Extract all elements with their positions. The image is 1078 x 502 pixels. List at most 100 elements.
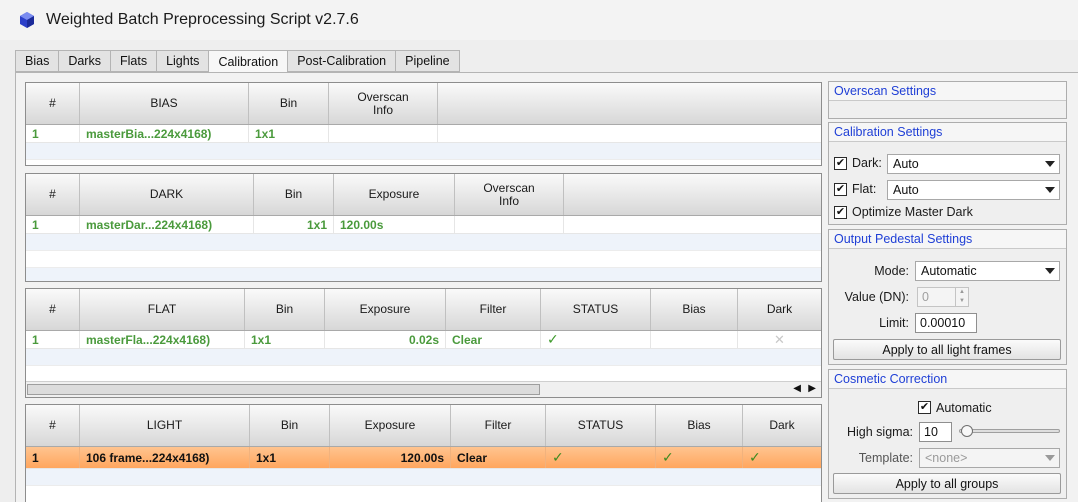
- bias-table[interactable]: # BIAS Bin Overscan Info 1 masterBia...2…: [25, 82, 822, 166]
- limit-field[interactable]: 0.00010: [915, 313, 977, 333]
- col-bin-header[interactable]: Bin: [254, 174, 334, 215]
- dark-table[interactable]: # DARK Bin Exposure Overscan Info 1 mast…: [25, 173, 822, 282]
- tab-lights[interactable]: Lights: [157, 50, 210, 72]
- empty-row: [26, 469, 821, 486]
- checkmark-icon: ✔: [835, 157, 846, 169]
- automatic-checkbox[interactable]: ✔: [918, 401, 931, 414]
- spin-down-icon[interactable]: ▼: [956, 297, 968, 306]
- col-bias-header[interactable]: Bias: [656, 405, 743, 446]
- mode-select[interactable]: Automatic: [915, 261, 1060, 281]
- cell-exposure: 0.02s: [325, 331, 446, 348]
- tab-post-calibration[interactable]: Post-Calibration: [288, 50, 397, 72]
- high-sigma-slider-knob[interactable]: [961, 425, 974, 437]
- flat-label: Flat:: [852, 182, 877, 196]
- template-select[interactable]: <none>: [919, 448, 1060, 468]
- value-dn-value: 0: [922, 290, 929, 304]
- dark-checkbox[interactable]: ✔: [834, 157, 847, 170]
- flat-select[interactable]: Auto: [887, 180, 1060, 200]
- col-exposure-header[interactable]: Exposure: [330, 405, 451, 446]
- chevron-down-icon: [1045, 161, 1055, 167]
- dark-select[interactable]: Auto: [887, 154, 1060, 174]
- apply-to-all-groups-button[interactable]: Apply to all groups: [833, 473, 1061, 494]
- col-bin-header[interactable]: Bin: [249, 83, 329, 124]
- tab-pipeline[interactable]: Pipeline: [396, 50, 460, 72]
- title-bar: Weighted Batch Preprocessing Script v2.7…: [0, 0, 1078, 40]
- col-number-header[interactable]: #: [26, 174, 80, 215]
- optimize-master-dark-checkbox[interactable]: ✔: [834, 206, 847, 219]
- chevron-down-icon: [1045, 268, 1055, 274]
- tab-bias[interactable]: Bias: [15, 50, 60, 72]
- output-pedestal-group: Output Pedestal Settings Mode: Automatic…: [828, 229, 1067, 365]
- calibration-settings-title[interactable]: Calibration Settings: [829, 123, 1066, 142]
- high-sigma-value: 10: [924, 425, 938, 439]
- dark-ok-check-icon: ✓: [749, 449, 761, 465]
- limit-value: 0.00010: [920, 316, 966, 330]
- col-number-header[interactable]: #: [26, 289, 80, 330]
- overscan-settings-title[interactable]: Overscan Settings: [829, 82, 1066, 101]
- window-title: Weighted Batch Preprocessing Script v2.7…: [46, 11, 359, 28]
- cosmetic-correction-title[interactable]: Cosmetic Correction: [829, 370, 1066, 389]
- flat-table[interactable]: # FLAT Bin Exposure Filter STATUS Bias D…: [25, 288, 822, 398]
- col-number-header[interactable]: #: [26, 405, 80, 446]
- scroll-right-arrow-icon[interactable]: ▶: [808, 383, 816, 394]
- flat-checkbox[interactable]: ✔: [834, 183, 847, 196]
- cell-filter: Clear: [451, 447, 546, 468]
- apply-to-all-light-frames-button[interactable]: Apply to all light frames: [833, 339, 1061, 360]
- table-row[interactable]: 1 masterFla...224x4168) 1x1 0.02s Clear …: [26, 331, 821, 349]
- scroll-left-arrow-icon[interactable]: ◀: [793, 383, 801, 394]
- spin-up-icon[interactable]: ▲: [956, 288, 968, 297]
- col-dark-header[interactable]: DARK: [80, 174, 254, 215]
- tab-bar: Bias Darks Flats Lights Calibration Post…: [15, 50, 460, 73]
- col-bias-header[interactable]: Bias: [651, 289, 738, 330]
- col-bin-header[interactable]: Bin: [245, 289, 325, 330]
- cell-dark: ✓: [743, 447, 821, 468]
- cell-name: masterFla...224x4168): [80, 331, 245, 348]
- col-bin-header[interactable]: Bin: [250, 405, 330, 446]
- col-status-header[interactable]: STATUS: [541, 289, 651, 330]
- tab-flats[interactable]: Flats: [110, 50, 158, 72]
- col-dark-header[interactable]: Dark: [738, 289, 821, 330]
- template-select-value: <none>: [925, 451, 968, 465]
- high-sigma-slider[interactable]: [959, 429, 1060, 433]
- mode-select-value: Automatic: [921, 264, 977, 278]
- col-exposure-header[interactable]: Exposure: [325, 289, 446, 330]
- scrollbar-thumb[interactable]: [27, 384, 540, 395]
- cell-overscan: [455, 216, 564, 233]
- table-row[interactable]: 1 masterDar...224x4168) 1x1 120.00s: [26, 216, 821, 234]
- col-exposure-header[interactable]: Exposure: [334, 174, 455, 215]
- high-sigma-field[interactable]: 10: [919, 422, 952, 442]
- app-logo-icon: [20, 12, 34, 28]
- cell-exposure: 120.00s: [330, 447, 451, 468]
- col-bias-header[interactable]: BIAS: [80, 83, 249, 124]
- tab-calibration[interactable]: Calibration: [209, 50, 289, 73]
- col-dark-header[interactable]: Dark: [743, 405, 821, 446]
- horizontal-scrollbar[interactable]: ◀ ▶: [26, 381, 821, 397]
- col-status-header[interactable]: STATUS: [546, 405, 656, 446]
- table-row-selected[interactable]: 1 106 frame...224x4168) 1x1 120.00s Clea…: [26, 447, 821, 469]
- output-pedestal-title[interactable]: Output Pedestal Settings: [829, 230, 1066, 249]
- light-table[interactable]: # LIGHT Bin Exposure Filter STATUS Bias …: [25, 404, 822, 502]
- calibration-settings-group: Calibration Settings ✔ Dark: Auto ✔ Flat…: [828, 122, 1067, 225]
- table-header: # BIAS Bin Overscan Info: [26, 83, 821, 125]
- value-spinner[interactable]: ▲ ▼: [955, 288, 968, 306]
- col-overscan-header[interactable]: Overscan Info: [329, 83, 438, 124]
- col-filter-header[interactable]: Filter: [451, 405, 546, 446]
- cell-bin: 1x1: [249, 125, 329, 142]
- cell-exposure: 120.00s: [334, 216, 455, 233]
- checkmark-icon: ✔: [835, 183, 846, 195]
- col-filter-header[interactable]: Filter: [446, 289, 541, 330]
- col-flat-header[interactable]: FLAT: [80, 289, 245, 330]
- tab-darks[interactable]: Darks: [59, 50, 111, 72]
- cell-number: 1: [26, 331, 80, 348]
- table-header: # FLAT Bin Exposure Filter STATUS Bias D…: [26, 289, 821, 331]
- col-overscan-header[interactable]: Overscan Info: [455, 174, 564, 215]
- row-filler: [564, 216, 821, 233]
- cell-bin: 1x1: [250, 447, 330, 468]
- cell-overscan: [329, 125, 438, 142]
- value-dn-field[interactable]: 0 ▲ ▼: [917, 287, 969, 307]
- cell-name: masterBia...224x4168): [80, 125, 249, 142]
- cell-number: 1: [26, 447, 80, 468]
- col-light-header[interactable]: LIGHT: [80, 405, 250, 446]
- table-row[interactable]: 1 masterBia...224x4168) 1x1: [26, 125, 821, 143]
- col-number-header[interactable]: #: [26, 83, 80, 124]
